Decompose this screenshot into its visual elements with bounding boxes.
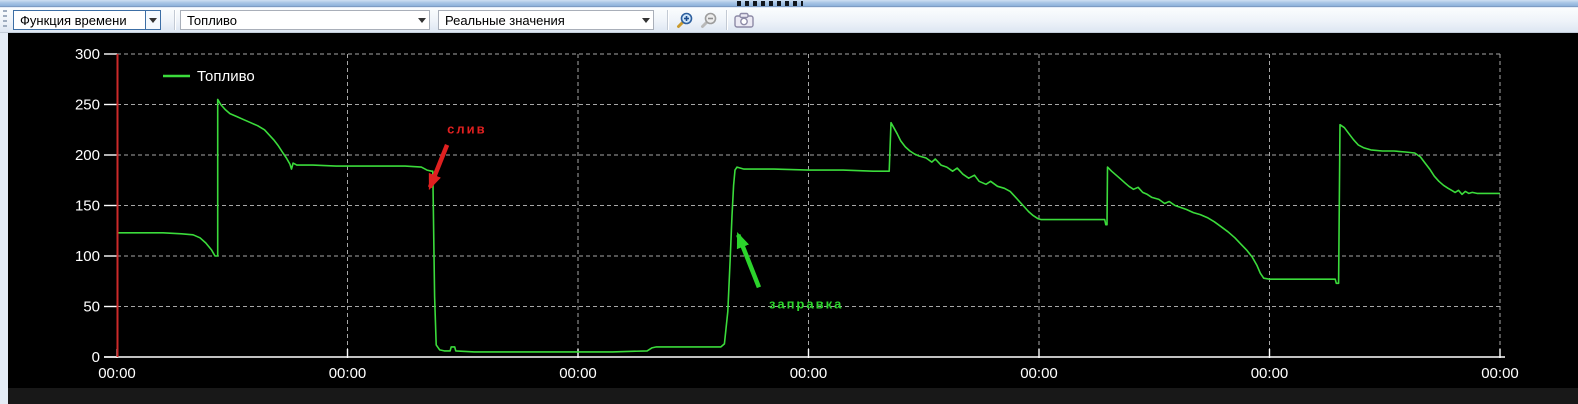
annotation-label: заправка — [769, 296, 843, 311]
y-tick-label: 250 — [75, 97, 100, 114]
trend-plot-canvas[interactable]: 0 50 100 150 200 250 300 00:00 00:00 00:00 00:00 00… — [0, 0, 1578, 404]
y-tick-label: 300 — [75, 46, 100, 63]
legend-label: Топливо — [197, 68, 255, 85]
x-tick-label: 00:00 — [329, 365, 367, 382]
y-tick-label: 200 — [75, 147, 100, 164]
y-tick-label: 100 — [75, 248, 100, 265]
x-tick-label: 00:00 — [1251, 365, 1289, 382]
x-tick-label: 00:00 — [1481, 365, 1519, 382]
x-tick-label: 00:00 — [98, 365, 136, 382]
y-tick-label: 0 — [92, 349, 100, 366]
x-tick-label: 00:00 — [1020, 365, 1058, 382]
trend-viewer-window: Функция времени Топливо Реальные значени… — [0, 0, 1578, 404]
y-tick-label: 150 — [75, 198, 100, 215]
annotation-label: слив — [447, 122, 486, 137]
x-tick-label: 00:00 — [559, 365, 597, 382]
x-tick-label: 00:00 — [790, 365, 828, 382]
annotation-arrow — [430, 145, 447, 187]
y-tick-label: 50 — [83, 299, 100, 316]
annotation-arrow — [738, 235, 759, 288]
